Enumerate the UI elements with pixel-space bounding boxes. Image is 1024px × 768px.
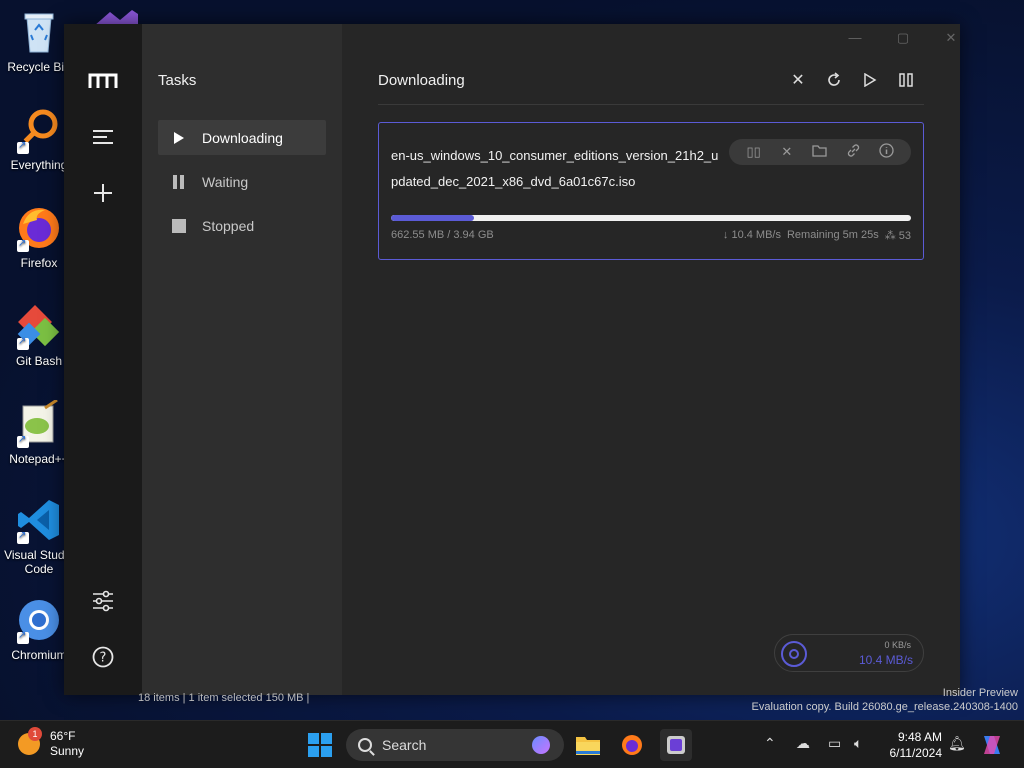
watermark-line-1: Insider Preview	[942, 687, 1018, 699]
link-icon[interactable]	[844, 143, 862, 161]
onedrive-icon[interactable]: ☁	[796, 735, 810, 752]
chromium-icon	[15, 596, 63, 644]
firefox-icon	[622, 735, 642, 755]
page-title: Downloading	[378, 72, 465, 89]
sidebar-item-waiting[interactable]: Waiting	[158, 164, 326, 199]
add-task-icon[interactable]	[88, 178, 118, 208]
recycle-bin-icon	[15, 8, 63, 56]
shortcut-arrow-icon	[17, 530, 29, 544]
search-placeholder: Search	[382, 737, 427, 753]
sidebar-item-label: Stopped	[202, 217, 255, 234]
left-rail: ?	[64, 24, 142, 695]
play-icon	[864, 73, 877, 87]
sidebar-item-stopped[interactable]: Stopped	[158, 208, 326, 243]
menu-icon[interactable]	[88, 122, 118, 152]
start-button[interactable]	[308, 733, 332, 757]
time-remaining: Remaining 5m 25s	[786, 229, 879, 241]
task-sidebar: Tasks Downloading Waiting Stopped	[142, 24, 342, 695]
pause-icon	[899, 73, 913, 87]
task-size: 662.55 MB / 3.94 GB	[391, 229, 494, 241]
pause-icon	[172, 174, 186, 189]
copilot-icon	[984, 736, 1000, 754]
connections-count: ⁂ 53	[884, 230, 911, 242]
clock-date: 6/11/2024	[889, 746, 943, 760]
task-file-name: en-us_windows_10_consumer_editions_versi…	[391, 148, 719, 189]
clock[interactable]: 9:48 AM 6/11/2024	[880, 729, 943, 761]
copilot-icon	[532, 736, 550, 754]
weather-widget[interactable]: 1 66°F Sunny	[18, 727, 85, 759]
download-speed-total: 10.4 MB/s	[858, 653, 913, 667]
firefox-icon	[15, 204, 63, 252]
close-icon: ✕	[791, 72, 805, 89]
preferences-icon[interactable]	[88, 586, 118, 616]
git-bash-icon	[15, 302, 63, 350]
motrix-window: ? Tasks Downloading Waiting Stopped — ▢ …	[64, 24, 960, 695]
sidebar-title: Tasks	[158, 72, 197, 89]
task-progress-bar	[391, 215, 911, 221]
help-icon[interactable]: ?	[88, 642, 118, 672]
sidebar-item-label: Waiting	[202, 173, 249, 190]
download-speed: ↓ 10.4 MB/s	[722, 229, 781, 241]
maximize-button[interactable]: ▢	[888, 30, 918, 46]
shortcut-arrow-icon	[17, 336, 29, 350]
chevron-up-icon[interactable]: ⌃	[764, 735, 776, 752]
task-item[interactable]: en-us_windows_10_consumer_editions_versi…	[378, 122, 924, 260]
motrix-icon	[667, 736, 685, 754]
sidebar-item-label: Downloading	[202, 129, 283, 146]
app-logo-icon[interactable]	[88, 66, 118, 96]
stop-icon	[172, 218, 186, 233]
copilot-pre-button[interactable]	[978, 729, 1006, 761]
shortcut-arrow-icon	[17, 140, 29, 154]
task-actions: ▯▯ ✕	[729, 139, 911, 165]
vscode-icon	[15, 496, 63, 544]
bell-icon[interactable]: 🔔︎	[948, 735, 966, 752]
folder-icon	[576, 737, 600, 755]
search-icon	[358, 738, 372, 752]
network-icon[interactable]: ▭	[828, 735, 841, 752]
shortcut-arrow-icon	[17, 434, 29, 448]
delete-tasks-button[interactable]: ✕	[780, 68, 816, 92]
taskbar: 1 66°F Sunny Search ⌃ ☁ ▭ 🔈︎ 9:48 AM 6/1…	[0, 720, 1024, 768]
shortcut-arrow-icon	[17, 238, 29, 252]
svg-text:?: ?	[100, 651, 107, 666]
taskbar-motrix[interactable]	[660, 729, 692, 761]
notepad-plus-plus-icon	[15, 398, 63, 448]
explorer-status-bar: 18 items | 1 item selected 150 MB |	[138, 692, 310, 704]
weather-condition: Sunny	[50, 744, 85, 758]
pause-all-button[interactable]	[888, 68, 924, 92]
task-list-panel: — ▢ ✕ Downloading ✕ en-us_windows_10_con…	[342, 24, 960, 695]
resume-all-button[interactable]	[852, 68, 888, 92]
play-icon	[172, 131, 186, 145]
task-stats: ↓ 10.4 MB/s Remaining 5m 25s ⁂ 53	[723, 229, 911, 242]
minimize-button[interactable]: —	[840, 30, 870, 45]
upload-speed: 0 KB/s	[884, 640, 911, 650]
speedometer-icon	[781, 641, 807, 667]
close-window-button[interactable]: ✕	[936, 30, 966, 46]
notification-badge: 1	[28, 727, 42, 741]
taskbar-file-explorer[interactable]	[572, 729, 604, 761]
shortcut-arrow-icon	[17, 630, 29, 644]
sidebar-item-downloading[interactable]: Downloading	[158, 120, 326, 155]
speed-meter[interactable]: 0 KB/s 10.4 MB/s	[774, 634, 924, 672]
header-divider	[378, 104, 924, 105]
progress-fill	[391, 215, 475, 221]
everything-icon	[15, 106, 63, 154]
watermark-line-2: Evaluation copy. Build 26080.ge_release.…	[751, 701, 1018, 713]
weather-temp: 66°F	[50, 729, 76, 743]
volume-icon[interactable]: 🔈︎	[854, 735, 862, 752]
info-icon[interactable]	[877, 143, 895, 161]
taskbar-firefox[interactable]	[616, 729, 648, 761]
task-toolbar: ✕	[780, 68, 924, 92]
folder-icon[interactable]	[811, 144, 829, 160]
refresh-button[interactable]	[816, 68, 852, 92]
clock-time: 9:48 AM	[897, 730, 942, 744]
insider-watermark: Insider Preview Evaluation copy. Build 2…	[752, 686, 1018, 714]
pause-icon[interactable]: ▯▯	[745, 144, 763, 160]
close-icon[interactable]: ✕	[778, 144, 796, 160]
sun-icon: 1	[18, 727, 42, 755]
taskbar-search[interactable]: Search	[346, 729, 564, 761]
refresh-icon	[828, 72, 840, 86]
